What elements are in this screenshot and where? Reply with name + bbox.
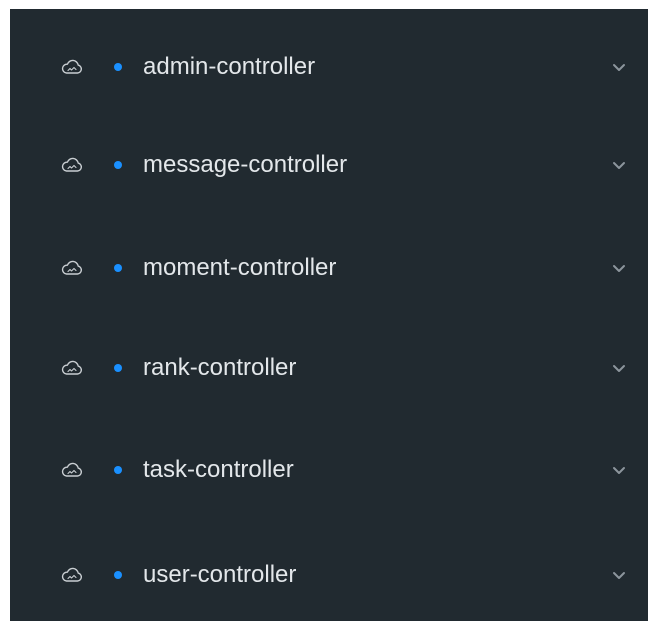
status-dot bbox=[114, 264, 122, 272]
sidebar-menu: admin-controller message-controller mome… bbox=[10, 9, 648, 621]
sidebar-item-label: message-controller bbox=[143, 151, 348, 178]
sidebar-item-label: rank-controller bbox=[143, 354, 297, 381]
chevron-down-icon[interactable] bbox=[612, 161, 626, 170]
chevron-down-icon[interactable] bbox=[612, 466, 626, 475]
cloud-icon bbox=[61, 260, 82, 275]
status-dot bbox=[114, 364, 122, 372]
status-dot bbox=[114, 63, 122, 71]
sidebar-item-moment-controller[interactable]: moment-controller bbox=[10, 236, 648, 300]
sidebar-item-user-controller[interactable]: user-controller bbox=[10, 543, 648, 607]
sidebar-item-label: task-controller bbox=[143, 456, 294, 483]
sidebar-item-label: moment-controller bbox=[143, 254, 337, 281]
sidebar-item-admin-controller[interactable]: admin-controller bbox=[10, 35, 648, 99]
cloud-icon bbox=[61, 567, 82, 582]
sidebar-item-task-controller[interactable]: task-controller bbox=[10, 438, 648, 502]
status-dot bbox=[114, 466, 122, 474]
cloud-icon bbox=[61, 59, 82, 74]
cloud-icon bbox=[61, 360, 82, 375]
status-dot bbox=[114, 161, 122, 169]
chevron-down-icon[interactable] bbox=[612, 364, 626, 373]
sidebar-item-label: admin-controller bbox=[143, 53, 316, 80]
cloud-icon bbox=[61, 462, 82, 477]
sidebar-item-rank-controller[interactable]: rank-controller bbox=[10, 336, 648, 400]
chevron-down-icon[interactable] bbox=[612, 571, 626, 580]
sidebar-item-message-controller[interactable]: message-controller bbox=[10, 133, 648, 197]
sidebar-item-label: user-controller bbox=[143, 561, 297, 588]
chevron-down-icon[interactable] bbox=[612, 63, 626, 72]
status-dot bbox=[114, 571, 122, 579]
cloud-icon bbox=[61, 157, 82, 172]
chevron-down-icon[interactable] bbox=[612, 264, 626, 273]
